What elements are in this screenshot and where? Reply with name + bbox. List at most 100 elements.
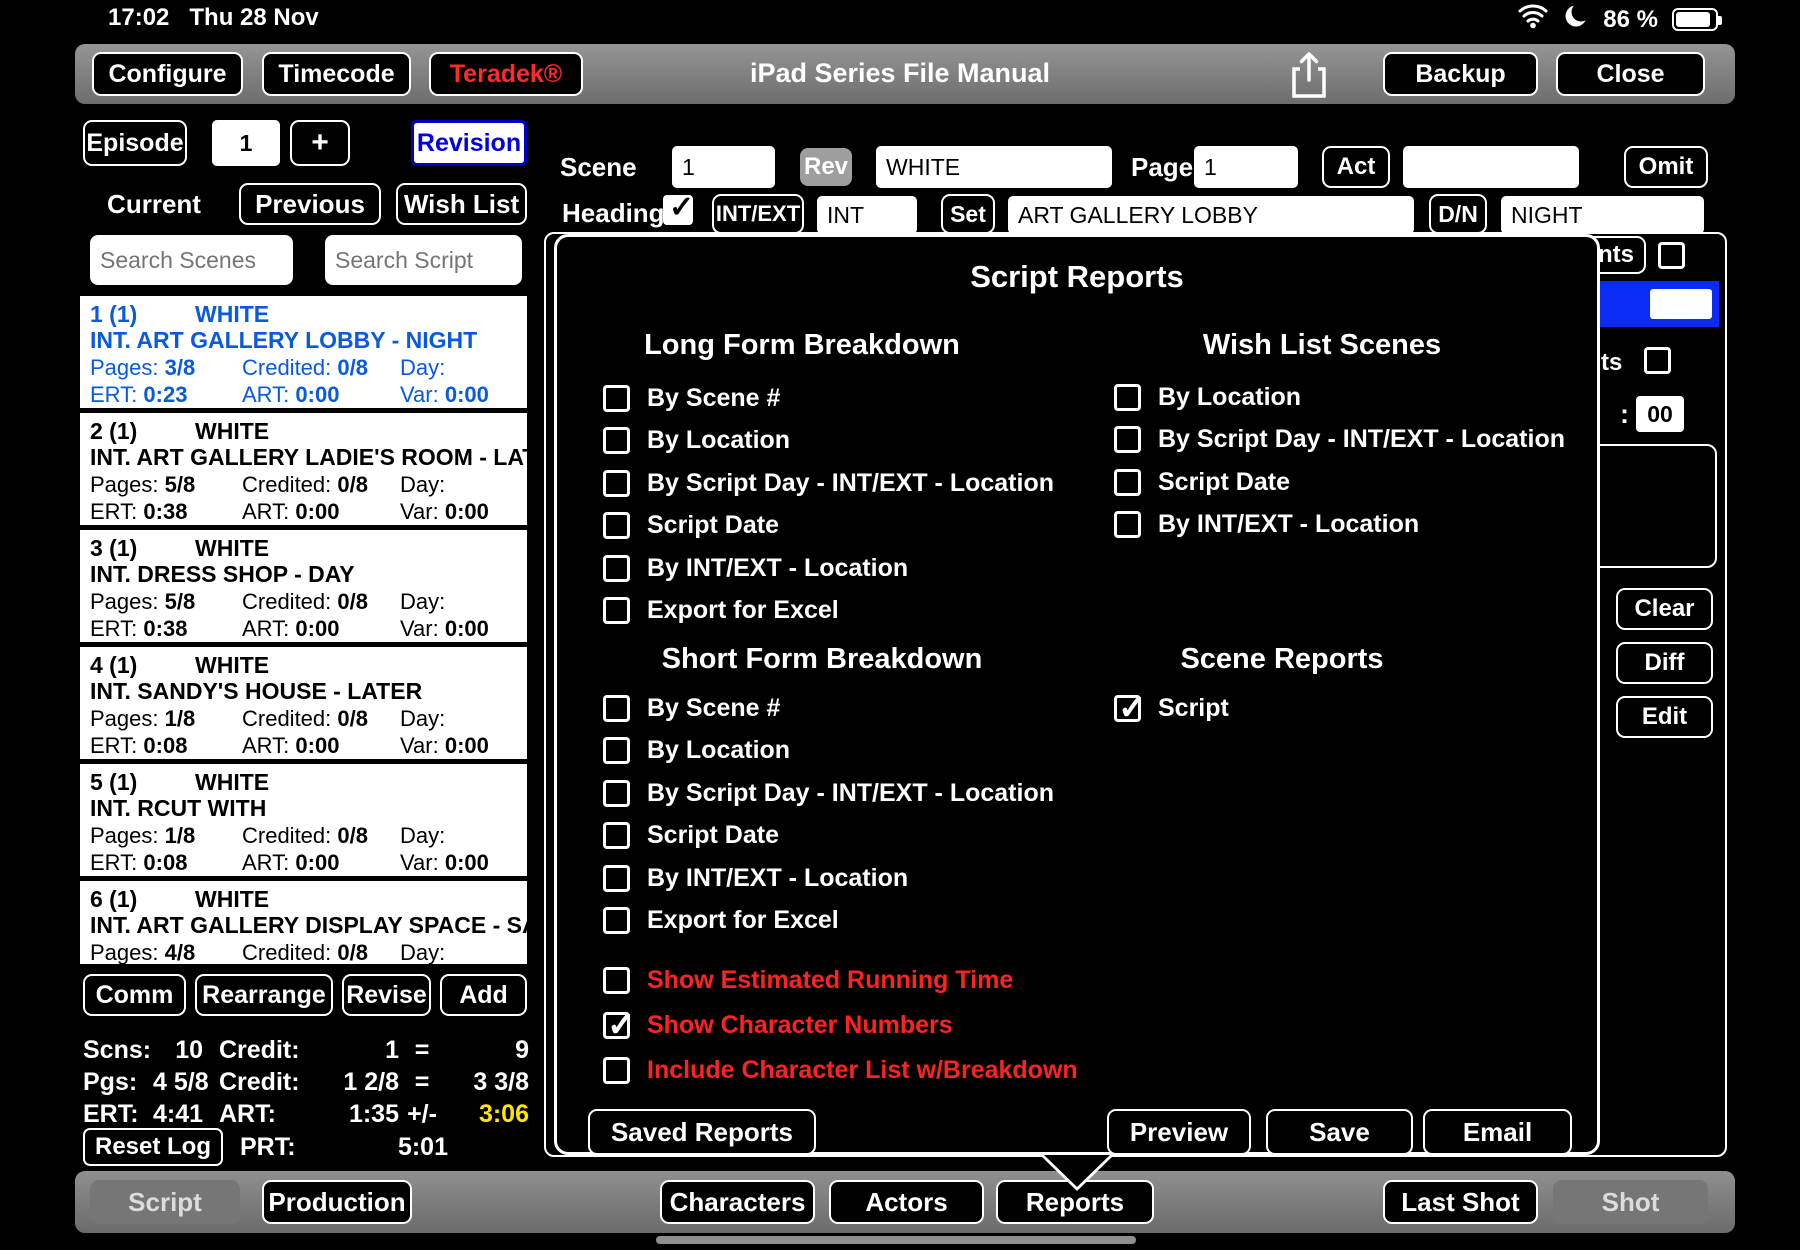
checkbox[interactable] bbox=[603, 1057, 630, 1084]
comm-button[interactable]: Comm bbox=[83, 974, 186, 1016]
checkbox[interactable] bbox=[603, 555, 630, 582]
episode-button[interactable]: Episode bbox=[83, 120, 187, 166]
report-option[interactable]: By Script Day - INT/EXT - Location bbox=[603, 772, 1054, 815]
characters-button[interactable]: Characters bbox=[660, 1180, 815, 1224]
report-option[interactable]: Show Character Numbers bbox=[603, 1003, 1078, 1048]
edit-button[interactable]: Edit bbox=[1616, 696, 1713, 738]
checkbox[interactable] bbox=[603, 1012, 630, 1039]
search-script-input[interactable] bbox=[325, 235, 522, 285]
report-option[interactable]: By INT/EXT - Location bbox=[1114, 504, 1565, 547]
checkbox[interactable] bbox=[1114, 426, 1141, 453]
checkbox[interactable] bbox=[603, 822, 630, 849]
checkbox[interactable] bbox=[603, 427, 630, 454]
reset-log-button[interactable]: Reset Log bbox=[83, 1128, 223, 1166]
scene-list-item[interactable]: 2 (1)WHITE INT. ART GALLERY LADIE'S ROOM… bbox=[80, 413, 527, 530]
report-option[interactable]: Show Estimated Running Time bbox=[603, 958, 1078, 1003]
actors-button[interactable]: Actors bbox=[829, 1180, 984, 1224]
rearrange-button[interactable]: Rearrange bbox=[195, 974, 333, 1016]
scene-list-item[interactable]: 5 (1)WHITE INT. RCUT WITH Pages: 1/8 Cre… bbox=[80, 764, 527, 881]
checkbox[interactable] bbox=[603, 385, 630, 412]
report-option[interactable]: By Location bbox=[603, 730, 1054, 773]
minutes-input[interactable]: 00 bbox=[1636, 396, 1684, 432]
checkbox[interactable] bbox=[603, 907, 630, 934]
production-tab-button[interactable]: Production bbox=[262, 1180, 412, 1224]
tab-wish-list[interactable]: Wish List bbox=[396, 183, 527, 225]
script-tab-button[interactable]: Script bbox=[90, 1180, 240, 1224]
diff-button[interactable]: Diff bbox=[1616, 642, 1713, 684]
shot-button[interactable]: Shot bbox=[1553, 1180, 1708, 1224]
share-icon[interactable] bbox=[1286, 49, 1332, 106]
set-input[interactable] bbox=[1008, 196, 1414, 234]
email-button[interactable]: Email bbox=[1423, 1109, 1572, 1155]
report-option[interactable]: Export for Excel bbox=[603, 590, 1054, 633]
act-input[interactable] bbox=[1403, 146, 1579, 188]
checkbox[interactable] bbox=[1114, 469, 1141, 496]
close-button[interactable]: Close bbox=[1556, 52, 1705, 96]
top-toolbar: Configure Timecode Teradek® iPad Series … bbox=[75, 44, 1735, 104]
int-ext-button[interactable]: INT/EXT bbox=[712, 194, 804, 234]
report-option[interactable]: Script Date bbox=[603, 815, 1054, 858]
revision-button[interactable]: Revision bbox=[411, 120, 527, 166]
day-night-input[interactable] bbox=[1501, 196, 1704, 234]
configure-button[interactable]: Configure bbox=[92, 52, 243, 96]
highlighted-field[interactable] bbox=[1599, 281, 1719, 327]
checkbox[interactable] bbox=[603, 780, 630, 807]
teradek-button[interactable]: Teradek® bbox=[429, 52, 583, 96]
set-button[interactable]: Set bbox=[941, 194, 995, 234]
checkbox[interactable] bbox=[1114, 384, 1141, 411]
last-shot-button[interactable]: Last Shot bbox=[1383, 1180, 1538, 1224]
cutoff-checkbox-top[interactable] bbox=[1658, 242, 1685, 269]
report-option[interactable]: By Scene # bbox=[603, 377, 1054, 420]
int-ext-input[interactable] bbox=[817, 196, 917, 234]
clear-button[interactable]: Clear bbox=[1616, 588, 1713, 630]
rev-button[interactable]: Rev bbox=[800, 148, 852, 186]
omit-button[interactable]: Omit bbox=[1624, 146, 1708, 188]
backup-button[interactable]: Backup bbox=[1383, 52, 1538, 96]
checkbox[interactable] bbox=[603, 967, 630, 994]
report-option[interactable]: By Location bbox=[1114, 376, 1565, 419]
report-option[interactable]: By Location bbox=[603, 420, 1054, 463]
checkbox[interactable] bbox=[1114, 511, 1141, 538]
report-option[interactable]: Script Date bbox=[1114, 461, 1565, 504]
saved-reports-button[interactable]: Saved Reports bbox=[588, 1109, 816, 1155]
report-option[interactable]: By Scene # bbox=[603, 687, 1054, 730]
revise-button[interactable]: Revise bbox=[342, 974, 431, 1016]
act-button[interactable]: Act bbox=[1322, 146, 1390, 188]
cutoff-checkbox-ts[interactable] bbox=[1644, 347, 1671, 374]
report-option[interactable]: Include Character List w/Breakdown bbox=[603, 1048, 1078, 1093]
scene-list-item[interactable]: 4 (1)WHITE INT. SANDY'S HOUSE - LATER Pa… bbox=[80, 647, 527, 764]
tab-previous[interactable]: Previous bbox=[239, 183, 381, 225]
report-option[interactable]: By Script Day - INT/EXT - Location bbox=[603, 462, 1054, 505]
search-scenes-input[interactable] bbox=[90, 235, 293, 285]
home-indicator[interactable] bbox=[656, 1236, 1136, 1244]
battery-icon bbox=[1672, 8, 1718, 31]
checkbox[interactable] bbox=[603, 695, 630, 722]
report-option[interactable]: Script Date bbox=[603, 505, 1054, 548]
checkbox[interactable] bbox=[603, 512, 630, 539]
report-option[interactable]: By INT/EXT - Location bbox=[603, 547, 1054, 590]
report-option[interactable]: By Script Day - INT/EXT - Location bbox=[1114, 419, 1565, 462]
scene-list-item[interactable]: 6 (1)WHITE INT. ART GALLERY DISPLAY SPAC… bbox=[80, 881, 527, 964]
tab-current[interactable]: Current bbox=[80, 183, 228, 225]
preview-button[interactable]: Preview bbox=[1107, 1109, 1251, 1155]
checkbox[interactable] bbox=[1114, 695, 1141, 722]
scene-number-input[interactable] bbox=[672, 146, 775, 188]
episode-number-input[interactable] bbox=[212, 120, 280, 166]
day-night-button[interactable]: D/N bbox=[1429, 194, 1487, 234]
add-button[interactable]: Add bbox=[440, 974, 527, 1016]
checkbox[interactable] bbox=[603, 737, 630, 764]
scene-list-item[interactable]: 1 (1)WHITE INT. ART GALLERY LOBBY - NIGH… bbox=[80, 296, 527, 413]
report-option[interactable]: By INT/EXT - Location bbox=[603, 857, 1054, 900]
save-button[interactable]: Save bbox=[1266, 1109, 1413, 1155]
report-option[interactable]: Script bbox=[1114, 687, 1229, 730]
heading-checkbox[interactable] bbox=[663, 195, 693, 225]
checkbox[interactable] bbox=[603, 597, 630, 624]
scene-list-item[interactable]: 3 (1)WHITE INT. DRESS SHOP - DAY Pages: … bbox=[80, 530, 527, 647]
checkbox[interactable] bbox=[603, 470, 630, 497]
rev-color-input[interactable] bbox=[876, 146, 1112, 188]
episode-add-button[interactable]: + bbox=[290, 120, 350, 166]
timecode-button[interactable]: Timecode bbox=[262, 52, 411, 96]
page-number-input[interactable] bbox=[1194, 146, 1298, 188]
checkbox[interactable] bbox=[603, 865, 630, 892]
report-option[interactable]: Export for Excel bbox=[603, 900, 1054, 943]
